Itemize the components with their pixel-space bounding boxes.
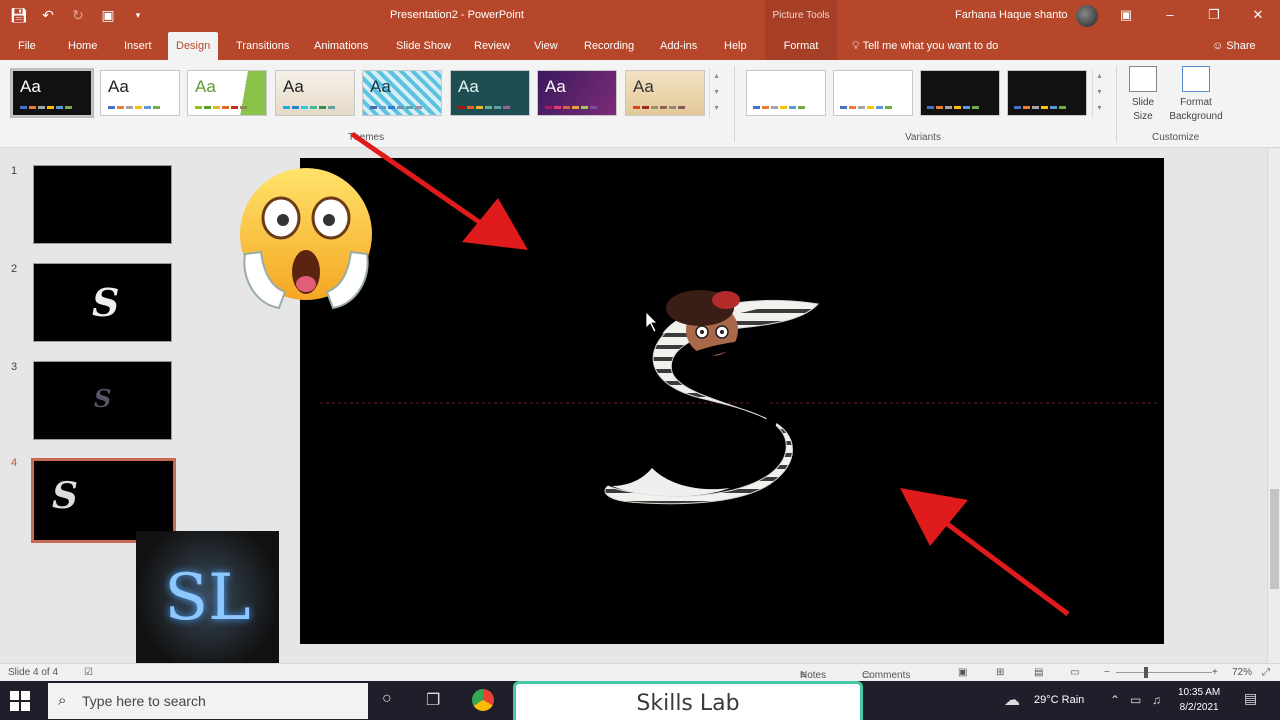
clock-date: 8/2/2021	[1179, 702, 1219, 713]
zoom-slider-thumb[interactable]	[1144, 667, 1148, 678]
windows-start-icon[interactable]	[10, 691, 30, 711]
clock-time: 10:35 AM	[1178, 687, 1221, 698]
search-placeholder: Type here to search	[82, 693, 206, 709]
zoom-out-icon[interactable]: −	[1104, 667, 1110, 678]
skills-lab-banner: Skills Lab	[513, 681, 863, 720]
sl-logo: SL	[136, 531, 279, 675]
slide-indicator: Slide 4 of 4	[8, 667, 59, 678]
taskbar-clock[interactable]: 10:35 AM 8/2/2021	[1178, 685, 1220, 715]
accessibility-icon[interactable]: ☑	[84, 667, 93, 678]
scrollbar-thumb[interactable]	[1270, 489, 1279, 589]
zoom-level[interactable]: 72%	[1232, 667, 1252, 678]
taskbar-search-box[interactable]: ⌕ Type here to search	[48, 683, 368, 719]
slideshow-view-icon[interactable]: ▭	[1070, 667, 1079, 678]
logo-text: SL	[164, 561, 251, 635]
search-icon: ⌕	[58, 692, 67, 709]
network-icon[interactable]: ▭	[1130, 693, 1141, 707]
volume-icon[interactable]: ♫	[1152, 693, 1161, 707]
shocked-face-emoji-icon	[240, 168, 372, 310]
tray-chevron-icon[interactable]: ⌃	[1110, 693, 1120, 707]
weather-icon: ☁	[1004, 692, 1020, 709]
normal-view-icon[interactable]: ▣	[958, 667, 967, 678]
task-view-icon[interactable]: ❐	[426, 690, 440, 710]
status-bar: Slide 4 of 4 ☑ ≡ Notes ▭ Comments ▣ ⊞ ▤ …	[0, 663, 1280, 681]
slide-sorter-icon[interactable]: ⊞	[996, 667, 1004, 678]
cortana-icon[interactable]: ○	[382, 690, 392, 708]
zoom-slider[interactable]	[1116, 672, 1212, 673]
zoom-in-icon[interactable]: +	[1212, 667, 1218, 678]
comments-label: Comments	[862, 670, 911, 681]
fit-slide-icon[interactable]: ⤢	[1262, 667, 1270, 678]
chrome-icon[interactable]	[472, 689, 494, 711]
weather-text[interactable]: 29°C Rain	[1034, 694, 1084, 706]
slide-scrollbar[interactable]	[1267, 149, 1280, 663]
notifications-icon[interactable]: ▤	[1244, 690, 1257, 707]
red-arrow-icon	[900, 488, 1070, 617]
reading-view-icon[interactable]: ▤	[1034, 667, 1043, 678]
notes-label: Notes	[800, 670, 827, 681]
